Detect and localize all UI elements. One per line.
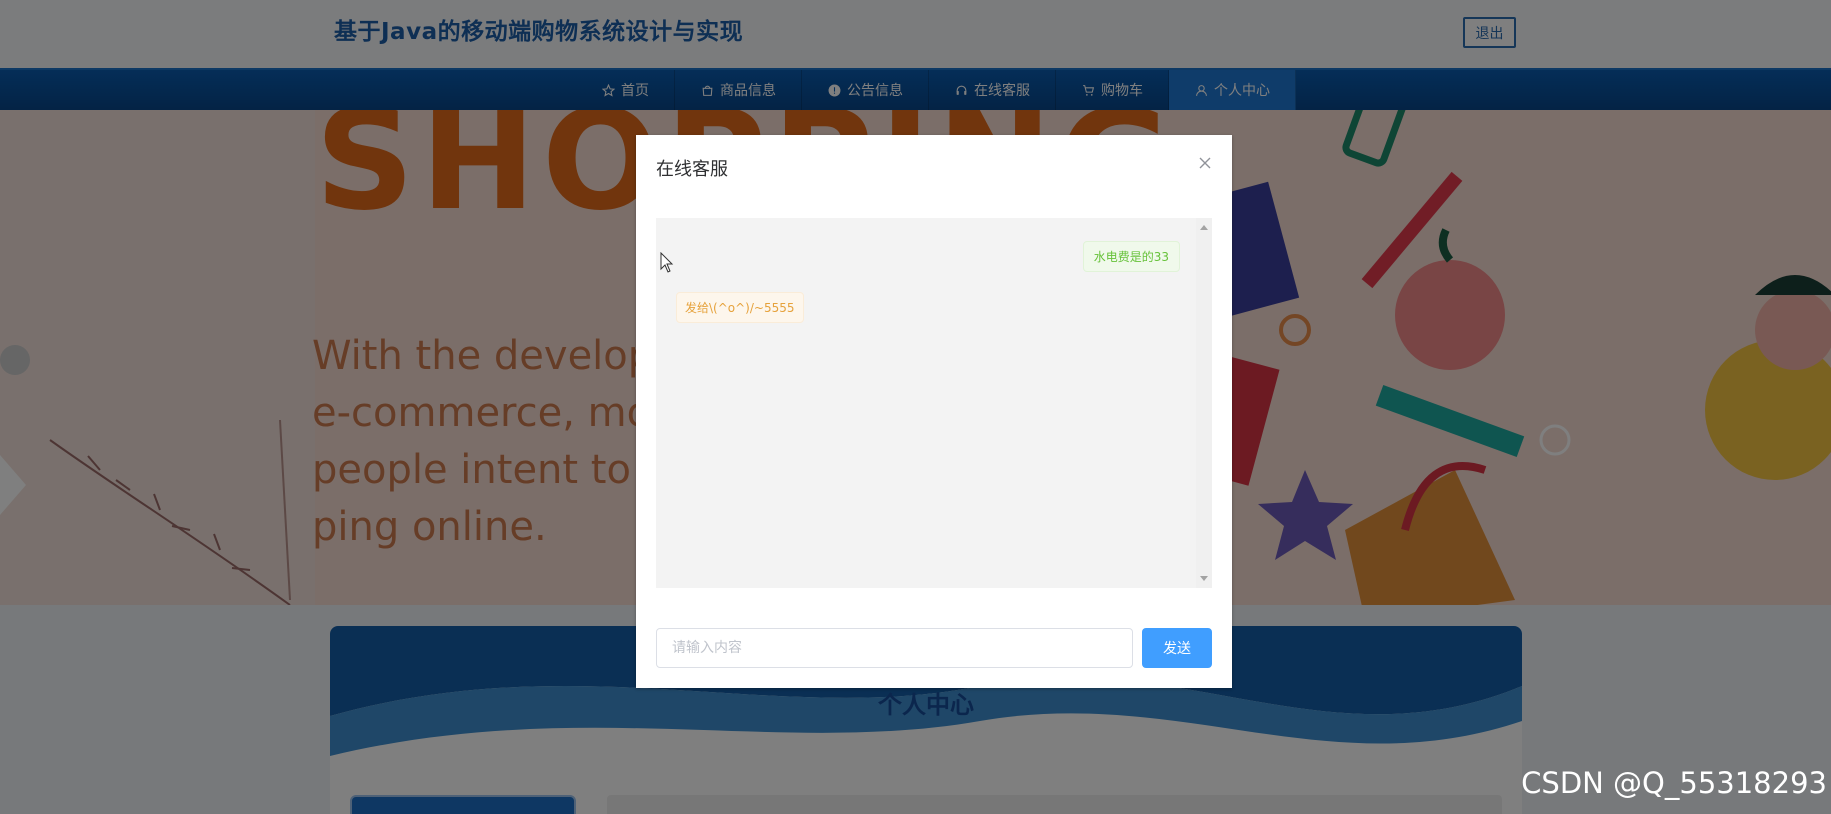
dialog-title: 在线客服 <box>656 159 728 180</box>
chat-messages[interactable]: 水电费是的33 发给\(^o^)/~5555 <box>656 218 1212 588</box>
chat-dialog: 在线客服 水电费是的33 发给\(^o^)/~5555 发送 <box>636 135 1232 688</box>
mouse-cursor-icon <box>660 252 674 273</box>
chat-message-user: 水电费是的33 <box>1082 241 1180 272</box>
watermark: CSDN @Q_55318293 <box>1521 766 1827 800</box>
chat-scrollbar[interactable] <box>1196 218 1212 588</box>
scroll-down-icon[interactable] <box>1200 576 1208 581</box>
chat-message-service: 发给\(^o^)/~5555 <box>676 292 804 323</box>
chat-input[interactable] <box>656 628 1133 668</box>
close-icon[interactable] <box>1197 155 1213 171</box>
send-button[interactable]: 发送 <box>1142 628 1212 668</box>
scroll-up-icon[interactable] <box>1200 225 1208 230</box>
